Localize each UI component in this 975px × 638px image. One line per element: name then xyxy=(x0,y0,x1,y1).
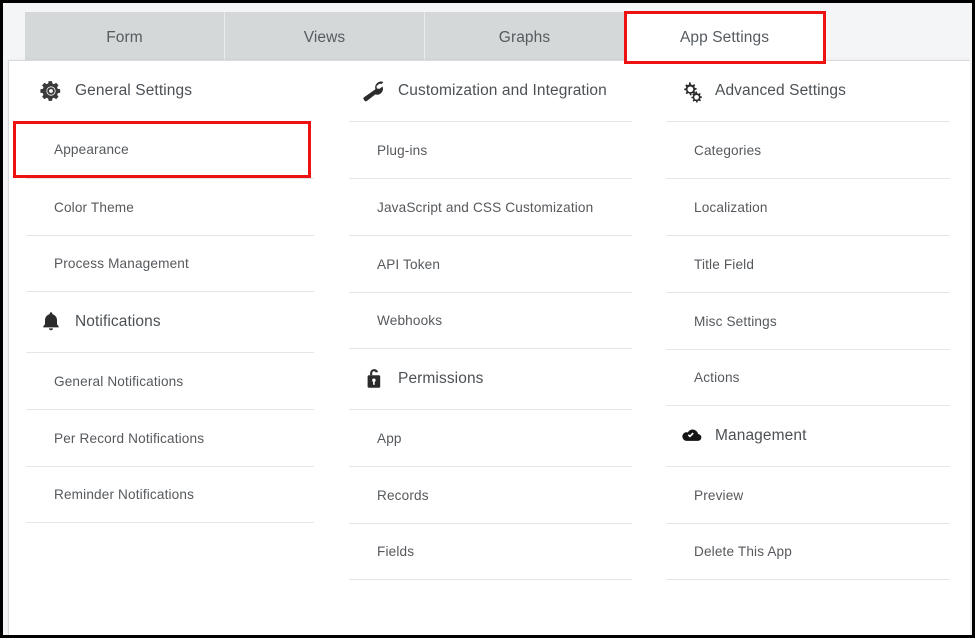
settings-column-2: Customization and Integration Plug-ins Jav… xyxy=(327,61,645,635)
menu-item-general-notifications[interactable]: General Notifications xyxy=(26,352,314,409)
bell-icon xyxy=(38,309,64,335)
menu-item-label: Reminder Notifications xyxy=(54,487,195,502)
menu-item-color-theme[interactable]: Color Theme xyxy=(26,178,314,235)
group-header-permissions: Permissions xyxy=(349,349,632,409)
menu-item-localization[interactable]: Localization xyxy=(666,178,950,235)
menu-item-webhooks[interactable]: Webhooks xyxy=(349,292,632,349)
double-gear-icon xyxy=(678,78,704,104)
tab-app-settings[interactable]: App Settings xyxy=(624,11,826,64)
group-title: Permissions xyxy=(398,370,484,387)
group-title: Management xyxy=(715,427,807,444)
menu-item-label: Actions xyxy=(694,370,740,385)
menu-item-label: Delete This App xyxy=(694,544,792,559)
menu-item-records[interactable]: Records xyxy=(349,466,632,523)
menu-item-label: Webhooks xyxy=(377,313,443,328)
group-title: Advanced Settings xyxy=(715,82,846,99)
menu-item-label: JavaScript and CSS Customization xyxy=(377,199,594,215)
menu-item-actions[interactable]: Actions xyxy=(666,349,950,406)
menu-item-misc-settings[interactable]: Misc Settings xyxy=(666,292,950,349)
menu-item-label: API Token xyxy=(377,256,441,272)
tab-label: Views xyxy=(303,28,346,46)
tab-label: Form xyxy=(106,28,143,46)
gear-icon xyxy=(38,78,64,104)
menu-item-label: Appearance xyxy=(54,142,129,157)
tab-label: App Settings xyxy=(679,29,770,46)
tab-bar: Form Views Graphs App Settings xyxy=(3,3,972,64)
cloud-check-icon xyxy=(678,423,704,449)
group-header-general-settings: General Settings xyxy=(26,61,314,121)
menu-item-label: Localization xyxy=(694,199,768,215)
group-header-notifications: Notifications xyxy=(26,292,314,352)
menu-item-label: Plug-ins xyxy=(377,142,428,158)
menu-item-label: General Notifications xyxy=(54,373,184,389)
settings-column-1: General Settings Appearance Color Theme Pro… xyxy=(9,61,327,635)
menu-item-label: Misc Settings xyxy=(694,313,777,329)
menu-item-categories[interactable]: Categories xyxy=(666,121,950,178)
menu-item-label: Title Field xyxy=(694,256,755,272)
group-title: Notifications xyxy=(75,313,161,330)
menu-item-fields[interactable]: Fields xyxy=(349,523,632,580)
menu-item-process-management[interactable]: Process Management xyxy=(26,235,314,292)
menu-item-label: Process Management xyxy=(54,256,189,271)
menu-item-delete-this-app[interactable]: Delete This App xyxy=(666,523,950,580)
tab-label: Graphs xyxy=(498,28,551,46)
group-header-management: Management xyxy=(666,406,950,466)
menu-item-title-field[interactable]: Title Field xyxy=(666,235,950,292)
menu-item-label: App xyxy=(377,430,402,446)
lock-icon xyxy=(361,366,387,392)
menu-item-label: Color Theme xyxy=(54,199,134,215)
menu-item-per-record-notifications[interactable]: Per Record Notifications xyxy=(26,409,314,466)
menu-item-preview[interactable]: Preview xyxy=(666,466,950,523)
menu-item-plug-ins[interactable]: Plug-ins xyxy=(349,121,632,178)
group-header-customization-and-integration: Customization and Integration xyxy=(349,61,632,121)
menu-item-label: Categories xyxy=(694,142,762,158)
menu-item-api-token[interactable]: API Token xyxy=(349,235,632,292)
menu-item-appearance[interactable]: Appearance xyxy=(13,121,314,178)
group-title: General Settings xyxy=(75,82,193,99)
app-settings-screen: Form Views Graphs App Settings General Sett… xyxy=(0,0,975,638)
tab-graphs[interactable]: Graphs xyxy=(425,12,625,63)
tab-form[interactable]: Form xyxy=(25,12,225,63)
group-title: Customization and Integration xyxy=(398,82,607,99)
menu-item-label: Fields xyxy=(377,544,415,559)
settings-panel: General Settings Appearance Color Theme Pro… xyxy=(8,60,970,635)
menu-item-label: Per Record Notifications xyxy=(54,430,205,446)
menu-item-label: Preview xyxy=(694,487,744,503)
menu-item-app[interactable]: App xyxy=(349,409,632,466)
wrench-icon xyxy=(361,78,387,104)
settings-columns: General Settings Appearance Color Theme Pro… xyxy=(9,61,970,635)
group-header-advanced-settings: Advanced Settings xyxy=(666,61,950,121)
menu-item-javascript-and-css-customization[interactable]: JavaScript and CSS Customization xyxy=(349,178,632,235)
menu-item-reminder-notifications[interactable]: Reminder Notifications xyxy=(26,466,314,523)
tab-views[interactable]: Views xyxy=(225,12,425,63)
settings-column-3: Advanced Settings Categories Localization T… xyxy=(645,61,963,635)
menu-item-label: Records xyxy=(377,487,429,503)
